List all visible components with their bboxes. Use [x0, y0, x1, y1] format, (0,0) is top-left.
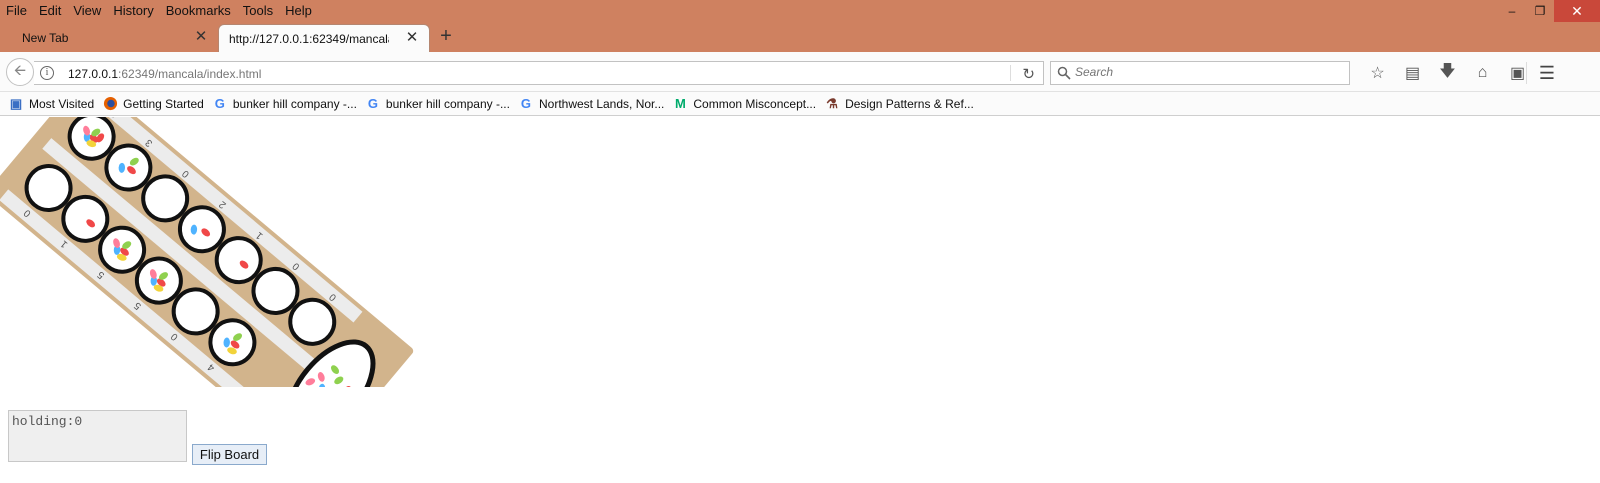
bookmarks-bar: ▣ Most Visited Getting Started Gbunker hi… [0, 92, 1600, 116]
bookmark-bunker-hill-2[interactable]: Gbunker hill company -... [365, 96, 510, 112]
medium-icon: M [674, 96, 686, 111]
home-icon[interactable]: ⌂ [1465, 62, 1500, 84]
navigation-toolbar: 🡨 i 127.0.0.1:62349/mancala/index.html ↻… [0, 52, 1600, 92]
menu-bookmarks[interactable]: Bookmarks [160, 2, 237, 20]
bookmark-bunker-hill-1[interactable]: Gbunker hill company -... [212, 96, 357, 112]
toolbar-icons: ☆ ▤ 🡇 ⌂ ▣ [1360, 62, 1535, 84]
tab-title: New Tab [22, 31, 69, 45]
site-info-icon[interactable]: i [40, 66, 54, 80]
holding-display: holding:0 [8, 410, 187, 462]
bookmark-label: bunker hill company -... [385, 96, 510, 111]
search-bar[interactable] [1050, 61, 1350, 85]
back-arrow-icon[interactable]: 🡨 [6, 58, 34, 86]
google-icon: G [520, 96, 532, 111]
url-path: :62349/mancala/index.html [118, 67, 262, 81]
bookmark-common-misconceptions[interactable]: M Common Misconcept... [672, 96, 816, 112]
google-icon: G [214, 96, 225, 111]
reload-icon[interactable]: ↻ [1022, 65, 1035, 83]
new-tab-icon[interactable]: + [436, 26, 456, 46]
tab-new-tab[interactable]: New Tab ✕ [0, 24, 218, 52]
menu-history[interactable]: History [107, 2, 159, 20]
flip-board-button[interactable]: Flip Board [192, 444, 267, 465]
menu-help[interactable]: Help [279, 2, 318, 20]
title-bar: File Edit View History Bookmarks Tools H… [0, 0, 1600, 22]
mancala-board: 17302100 015504 10 [0, 117, 414, 387]
bookmark-label: Most Visited [29, 96, 95, 111]
tab-mancala[interactable]: http://127.0.0.1:62349/mancala/i ✕ [218, 24, 430, 52]
bookmark-getting-started[interactable]: Getting Started [102, 96, 204, 112]
menu-view[interactable]: View [67, 2, 107, 20]
minimize-icon[interactable]: – [1498, 0, 1526, 22]
google-icon: G [367, 96, 378, 111]
bookmark-label: bunker hill company -... [232, 96, 357, 111]
url-divider [1010, 65, 1011, 81]
search-icon [1057, 66, 1071, 80]
menu-tools[interactable]: Tools [237, 2, 279, 20]
menu-file[interactable]: File [0, 2, 33, 20]
toolbar-separator [1526, 62, 1527, 84]
search-input[interactable] [1075, 65, 1335, 79]
url-bar[interactable]: i 127.0.0.1:62349/mancala/index.html ↻ [34, 61, 1044, 85]
menu-edit[interactable]: Edit [33, 2, 67, 20]
window-controls: – ❐ ✕ [1498, 0, 1600, 22]
tab-title: http://127.0.0.1:62349/mancala/i [229, 31, 389, 46]
most-visited-icon: ▣ [9, 95, 23, 111]
url-host: 127.0.0.1 [68, 67, 119, 81]
bookmark-label: Design Patterns & Ref... [845, 96, 974, 111]
restore-icon[interactable]: ❐ [1526, 0, 1554, 22]
download-icon[interactable]: 🡇 [1430, 62, 1465, 84]
page-content: 17302100 015504 10 holding:0 Flip Board [0, 117, 1600, 483]
bookmark-star-icon[interactable]: ☆ [1360, 62, 1395, 84]
bookmark-northwest-lands[interactable]: G Northwest Lands, Nor... [518, 96, 664, 112]
bookmark-design-patterns[interactable]: ⚗ Design Patterns & Ref... [824, 96, 974, 112]
tab-strip: New Tab ✕ http://127.0.0.1:62349/mancala… [0, 22, 1600, 52]
design-patterns-icon: ⚗ [826, 95, 838, 111]
close-tab-icon[interactable]: ✕ [194, 29, 208, 44]
mancala-board-viewport: 17302100 015504 10 [0, 117, 430, 387]
screenshot-icon[interactable]: ▣ [1500, 62, 1535, 84]
bookmark-label: Getting Started [123, 96, 204, 111]
firefox-icon [102, 96, 118, 112]
bookmark-label: Northwest Lands, Nor... [538, 96, 665, 111]
bookmark-most-visited[interactable]: ▣ Most Visited [8, 96, 94, 112]
menu-bar: File Edit View History Bookmarks Tools H… [0, 2, 318, 20]
hamburger-menu-icon[interactable]: ☰ [1535, 62, 1559, 84]
url-text[interactable]: 127.0.0.1:62349/mancala/index.html [68, 67, 261, 81]
reading-list-icon[interactable]: ▤ [1395, 62, 1430, 84]
bookmark-label: Common Misconcept... [693, 96, 817, 111]
close-tab-icon[interactable]: ✕ [405, 30, 419, 45]
close-window-icon[interactable]: ✕ [1554, 0, 1600, 22]
